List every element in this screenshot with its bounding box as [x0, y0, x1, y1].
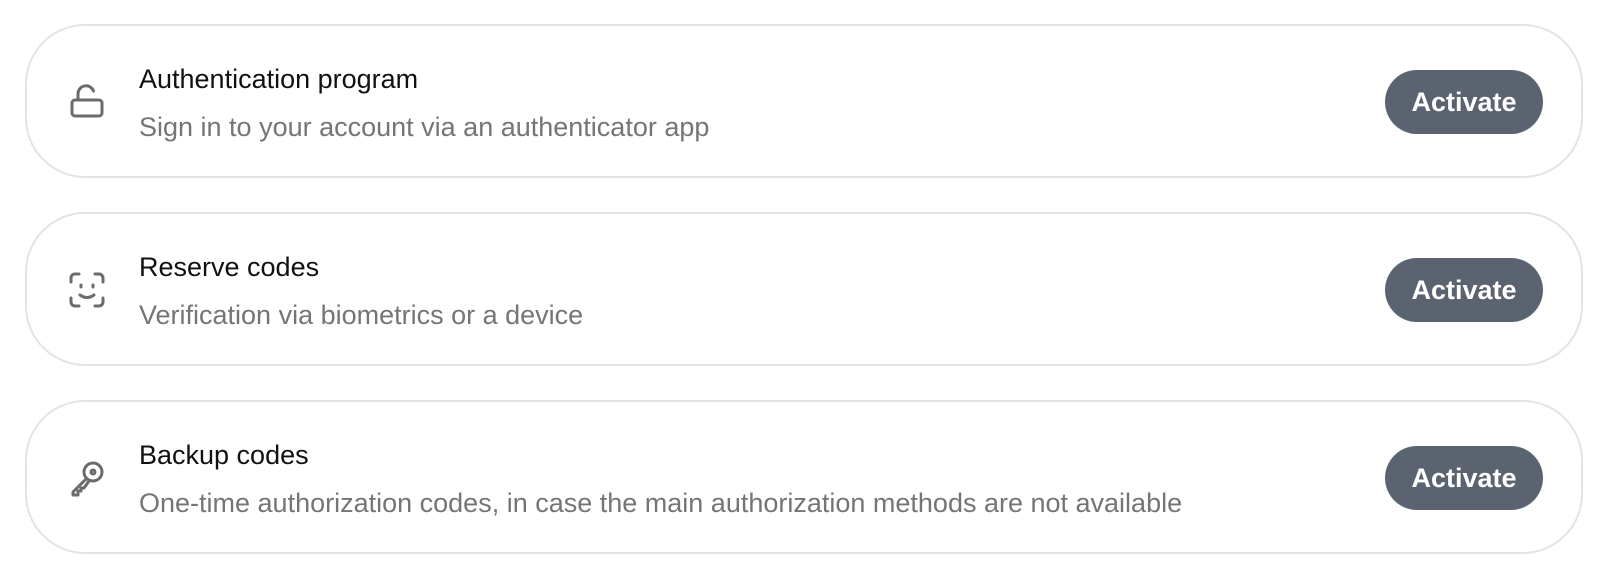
auth-method-title: Authentication program [139, 64, 419, 94]
auth-method-card-authentication-program: Authentication program Sign in to your a… [25, 24, 1583, 178]
auth-method-description: One-time authorization codes, in case th… [139, 488, 1183, 518]
auth-method-title: Backup codes [139, 440, 309, 470]
auth-method-description: Sign in to your account via an authentic… [139, 112, 710, 142]
auth-method-card-backup-codes: Backup codes One-time authorization code… [25, 400, 1583, 554]
auth-method-description: Verification via biometrics or a device [139, 300, 584, 330]
auth-method-title: Reserve codes [139, 252, 320, 282]
activate-button[interactable]: Activate [1385, 70, 1543, 134]
face-id-icon [67, 270, 107, 310]
auth-method-text: Reserve codes Verification via biometric… [139, 250, 583, 332]
activate-button[interactable]: Activate [1385, 446, 1543, 510]
auth-method-text: Authentication program Sign in to your a… [139, 62, 709, 144]
key-icon [67, 458, 107, 498]
auth-method-card-reserve-codes: Reserve codes Verification via biometric… [25, 212, 1583, 366]
activate-button[interactable]: Activate [1385, 258, 1543, 322]
lock-open-icon [67, 82, 107, 122]
auth-method-text: Backup codes One-time authorization code… [139, 438, 1182, 520]
auth-methods-list: Authentication program Sign in to your a… [0, 0, 1608, 580]
